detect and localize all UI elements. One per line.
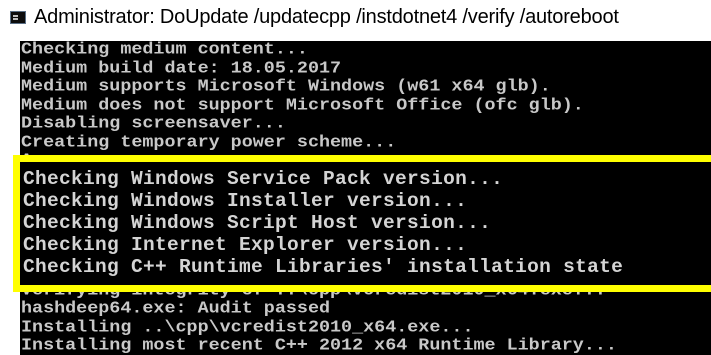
console-line: Installing ..\cpp\vcredist2010_x64.exe..… bbox=[21, 317, 474, 337]
highlight-box: Checking Windows Service Pack version...… bbox=[13, 155, 711, 292]
console-line: hashdeep64.exe: Audit passed bbox=[21, 299, 331, 319]
window-titlebar[interactable]: Administrator: DoUpdate /updatecpp /inst… bbox=[0, 0, 711, 36]
console-line: Medium supports Microsoft Windows (w61 x… bbox=[21, 77, 551, 97]
window-title: Administrator: DoUpdate /updatecpp /inst… bbox=[34, 6, 619, 28]
highlight-line: Checking Windows Script Host version... bbox=[23, 212, 492, 234]
console-line: Installing most recent C++ 2012 x64 Runt… bbox=[21, 336, 617, 355]
highlight-line: Checking Internet Explorer version... bbox=[23, 234, 468, 256]
highlight-lines: Checking Windows Service Pack version...… bbox=[23, 168, 623, 278]
console-app-icon bbox=[10, 11, 26, 24]
console-line: Medium does not support Microsoft Office… bbox=[21, 95, 584, 115]
console-line: Creating temporary power scheme... bbox=[21, 132, 397, 152]
highlight-line: Checking Windows Installer version... bbox=[23, 190, 468, 212]
console-line: Checking medium content... bbox=[21, 41, 308, 60]
console-line: Medium build date: 18.05.2017 bbox=[21, 58, 342, 78]
console-line: Disabling screensaver... bbox=[21, 114, 286, 134]
highlight-line: Checking C++ Runtime Libraries' installa… bbox=[23, 256, 624, 278]
highlight-line: Checking Windows Service Pack version... bbox=[23, 168, 504, 190]
